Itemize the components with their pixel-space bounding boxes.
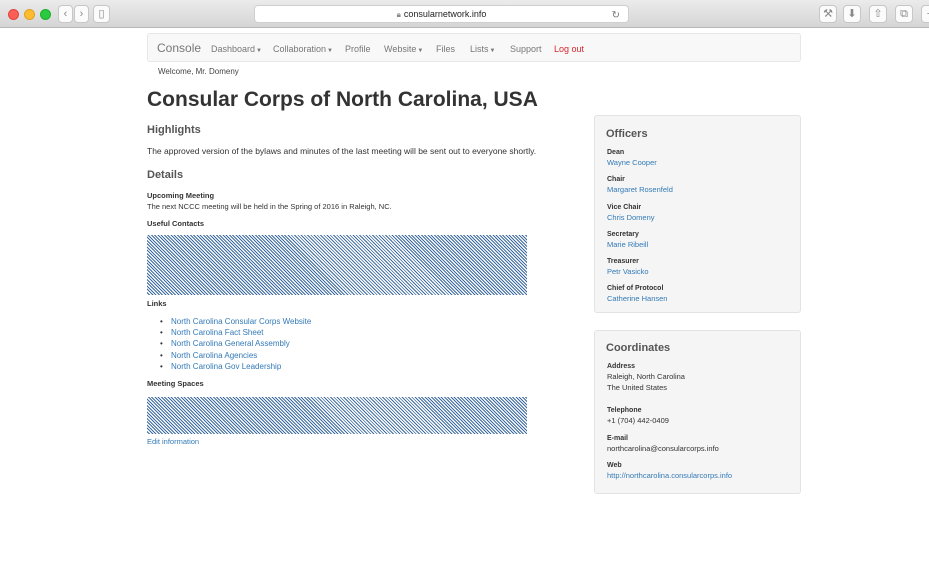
edit-information-link[interactable]: Edit information xyxy=(147,437,199,446)
officer-role: Dean xyxy=(607,149,625,156)
nav-collaboration[interactable]: Collaboration▼ xyxy=(273,44,333,54)
close-window-button[interactable] xyxy=(8,9,19,20)
officer-role: Secretary xyxy=(607,231,639,238)
address-bar[interactable]: 🔒︎ consularnetwork.info ↻ xyxy=(254,5,629,23)
link-nc-gov-leadership[interactable]: North Carolina Gov Leadership xyxy=(160,361,311,372)
officer-role: Treasurer xyxy=(607,258,639,265)
back-icon[interactable]: ‹ xyxy=(58,5,73,23)
meeting-spaces-placeholder xyxy=(147,397,527,434)
highlights-text: The approved version of the bylaws and m… xyxy=(147,146,537,156)
address-line: Raleigh, North Carolina xyxy=(607,372,685,381)
contacts-placeholder xyxy=(147,235,527,295)
officer-role: Chair xyxy=(607,176,625,183)
caret-down-icon: ▼ xyxy=(417,48,424,54)
tabs-icon[interactable]: ⧉ xyxy=(895,5,913,23)
officer-name[interactable]: Catherine Hansen xyxy=(607,294,667,305)
coordinates-panel: Coordinates Address Raleigh, North Carol… xyxy=(594,330,801,494)
main-navbar: Console Dashboard▼ Collaboration▼ Profil… xyxy=(147,33,801,62)
officer-name[interactable]: Margaret Rosenfeld xyxy=(607,185,673,196)
officer-name[interactable]: Marie Ribeill xyxy=(607,240,648,251)
caret-down-icon: ▼ xyxy=(256,48,262,54)
sidebar-icon[interactable]: ▯ xyxy=(93,5,110,23)
officer-role: Chief of Protocol xyxy=(607,285,664,292)
links-label: Links xyxy=(147,299,167,308)
extension-icon[interactable]: ⚒ xyxy=(819,5,837,23)
nav-profile[interactable]: Profile xyxy=(345,44,371,54)
email-label: E-mail xyxy=(607,435,629,442)
nav-dashboard[interactable]: Dashboard▼ xyxy=(211,44,262,54)
officers-heading: Officers xyxy=(606,128,648,140)
email-value: northcarolina@consularcorps.info xyxy=(607,444,719,453)
upcoming-meeting-text: The next NCCC meeting will be held in th… xyxy=(147,202,392,211)
page-title: Consular Corps of North Carolina, USA xyxy=(147,88,538,111)
upcoming-meeting-label: Upcoming Meeting xyxy=(147,191,215,200)
address-line: The United States xyxy=(607,383,668,392)
useful-contacts-label: Useful Contacts xyxy=(147,219,205,228)
caret-down-icon: ▼ xyxy=(489,48,496,54)
browser-titlebar: ‹ › ▯ 🔒︎consularnetwork.info ↻ ⚒ ⬇ ⇧ ⧉ + xyxy=(0,0,929,28)
url-text: consularnetwork.info xyxy=(403,9,487,19)
officer-name[interactable]: Wayne Cooper xyxy=(607,158,657,169)
coordinates-heading: Coordinates xyxy=(606,342,671,354)
link-nc-general-assembly[interactable]: North Carolina General Assembly xyxy=(160,338,311,349)
links-list: North Carolina Consular Corps Website No… xyxy=(160,316,311,372)
officer-name[interactable]: Chris Domeny xyxy=(607,213,655,224)
nav-files[interactable]: Files xyxy=(436,44,455,54)
officers-panel: Officers Dean Wayne Cooper Chair Margare… xyxy=(594,115,801,313)
nav-logout[interactable]: Log out xyxy=(554,44,584,54)
nav-support[interactable]: Support xyxy=(510,44,542,54)
meeting-spaces-label: Meeting Spaces xyxy=(147,379,204,388)
minimize-window-button[interactable] xyxy=(24,9,35,20)
details-heading: Details xyxy=(147,169,184,181)
link-nc-fact-sheet[interactable]: North Carolina Fact Sheet xyxy=(160,327,311,338)
web-label: Web xyxy=(607,462,622,469)
lock-icon: 🔒︎ xyxy=(396,10,401,19)
telephone-label: Telephone xyxy=(607,407,642,414)
new-tab-icon[interactable]: + xyxy=(921,5,929,23)
address-label: Address xyxy=(607,363,636,370)
link-nc-agencies[interactable]: North Carolina Agencies xyxy=(160,350,311,361)
nav-lists[interactable]: Lists▼ xyxy=(470,44,495,54)
zoom-window-button[interactable] xyxy=(40,9,51,20)
nav-brand[interactable]: Console xyxy=(157,41,201,55)
web-link[interactable]: http://northcarolina.consularcorps.info xyxy=(607,471,732,482)
forward-icon[interactable]: › xyxy=(74,5,89,23)
nav-website[interactable]: Website▼ xyxy=(384,44,423,54)
share-icon[interactable]: ⇧ xyxy=(869,5,887,23)
download-icon[interactable]: ⬇ xyxy=(843,5,861,23)
officer-role: Vice Chair xyxy=(607,204,642,211)
caret-down-icon: ▼ xyxy=(327,48,333,54)
officer-name[interactable]: Petr Vasicko xyxy=(607,267,649,278)
telephone-value: +1 (704) 442-0409 xyxy=(607,416,669,425)
reload-icon[interactable]: ↻ xyxy=(612,8,620,24)
link-nc-consular-corps[interactable]: North Carolina Consular Corps Website xyxy=(160,316,311,327)
welcome-text: Welcome, Mr. Domeny xyxy=(158,67,239,76)
highlights-heading: Highlights xyxy=(147,124,201,136)
